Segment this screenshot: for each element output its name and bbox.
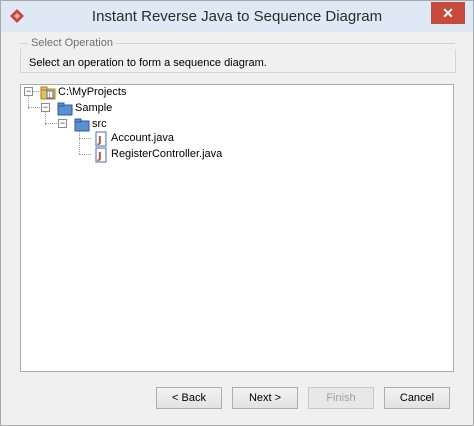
close-icon: ✕ [442,5,454,21]
collapse-toggle-src[interactable]: − [58,119,67,128]
back-button[interactable]: < Back [156,387,222,409]
close-button[interactable]: ✕ [431,2,465,24]
svg-text:J: J [97,135,102,146]
tree-connector [79,138,91,139]
svg-text:J: J [48,92,51,99]
tree-node-file[interactable]: RegisterController.java [111,146,222,162]
tree-connector [45,123,59,124]
collapse-toggle-root[interactable]: − [24,87,33,96]
tree-connector [79,154,91,155]
tree-node-project[interactable]: Sample [75,100,112,116]
cancel-button[interactable]: Cancel [384,387,450,409]
collapse-toggle-project[interactable]: − [41,103,50,112]
group-label: Select Operation [29,37,115,49]
java-file-icon: J [95,147,107,163]
tree-connector [33,91,39,92]
svg-text:J: J [97,151,102,162]
title-bar[interactable]: Instant Reverse Java to Sequence Diagram… [1,1,473,32]
instruction-text: Select an operation to form a sequence d… [29,57,267,69]
group-border [106,43,455,44]
tree-connector [28,107,42,108]
next-button[interactable]: Next > [232,387,298,409]
window-title: Instant Reverse Java to Sequence Diagram [91,8,383,25]
source-folder-icon [74,118,90,132]
folder-icon [57,102,73,116]
tree-node-src[interactable]: src [92,116,107,132]
tree-node-root[interactable]: C:\MyProjects [58,84,126,100]
project-folder-icon: J [40,86,56,100]
java-file-icon: J [95,131,107,147]
operation-tree[interactable]: − J C:\MyProjects − Sample − src J Accou… [20,84,454,372]
group-border [20,43,28,44]
tree-node-file[interactable]: Account.java [111,130,174,146]
dialog-window: Instant Reverse Java to Sequence Diagram… [0,0,474,426]
finish-button[interactable]: Finish [308,387,374,409]
